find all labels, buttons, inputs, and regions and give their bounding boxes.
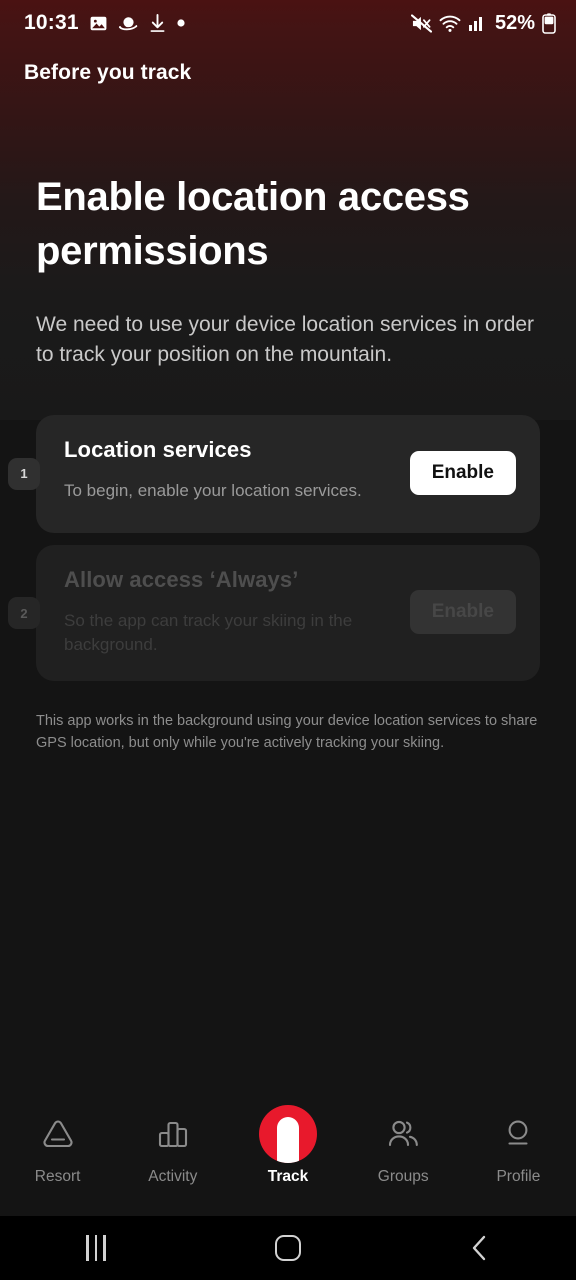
- permission-step-location-services[interactable]: 1 Location services To begin, enable you…: [8, 414, 540, 533]
- page-title: Enable location access permissions: [36, 175, 470, 273]
- status-bar-clock: 10:31: [24, 11, 79, 34]
- cellular-signal-icon: [468, 17, 482, 31]
- tab-label: Activity: [148, 1168, 198, 1185]
- image-icon: [90, 16, 107, 30]
- recents-button[interactable]: [0, 1235, 192, 1261]
- tab-track[interactable]: Track: [230, 1105, 345, 1186]
- track-icon: [259, 1105, 317, 1163]
- tab-label: Resort: [34, 1168, 81, 1185]
- back-button[interactable]: [384, 1233, 576, 1263]
- step-description: To begin, enable your location services.: [64, 480, 362, 500]
- enable-location-services-button[interactable]: Enable: [409, 450, 516, 495]
- back-chevron-icon: [472, 1235, 486, 1261]
- app-bar: Before you track: [0, 46, 576, 100]
- battery-icon: [542, 12, 556, 34]
- mountain-icon: [36, 1110, 80, 1158]
- phone-screen: 10:31 52% Before you track Enable locati…: [0, 0, 576, 1280]
- system-navigation-bar: [0, 1216, 576, 1280]
- status-bar-right: 52%: [410, 11, 556, 35]
- home-button[interactable]: [192, 1235, 384, 1261]
- tab-groups[interactable]: Groups: [346, 1110, 461, 1186]
- download-icon: [150, 13, 165, 32]
- track-icon-circle: [259, 1105, 317, 1163]
- saturn-icon: [118, 16, 137, 30]
- background-usage-disclaimer: This app works in the background using y…: [36, 713, 538, 751]
- track-icon-pill: [277, 1117, 299, 1163]
- tab-activity[interactable]: Activity: [115, 1110, 230, 1186]
- people-icon: [380, 1110, 426, 1158]
- app-bar-title: Before you track: [24, 61, 192, 84]
- bottom-tab-bar: Resort Activity Track Groups Profile: [0, 1098, 576, 1216]
- step-text-block: Allow access ‘Always’ So the app can tra…: [64, 567, 400, 657]
- step-text-block: Location services To begin, enable your …: [64, 437, 400, 503]
- permission-steps-list: 1 Location services To begin, enable you…: [8, 414, 540, 682]
- step-number-badge: 1: [8, 457, 40, 490]
- bar-chart-icon: [152, 1110, 194, 1158]
- recents-icon: [86, 1235, 106, 1261]
- enable-always-access-button: Enable: [409, 590, 516, 634]
- wifi-icon: [439, 15, 461, 32]
- step-description: So the app can track your skiing in the …: [64, 610, 353, 654]
- status-bar-left: 10:31: [24, 11, 186, 35]
- status-bar: 10:31 52%: [0, 0, 576, 46]
- permission-step-allow-always: 2 Allow access ‘Always’ So the app can t…: [8, 544, 540, 682]
- main-content: Enable location access permissions We ne…: [0, 170, 576, 755]
- tab-profile[interactable]: Profile: [461, 1110, 576, 1186]
- tab-resort[interactable]: Resort: [0, 1110, 115, 1186]
- mute-icon: [410, 13, 432, 33]
- step-number-badge: 2: [8, 597, 40, 629]
- step-title: Location services: [64, 436, 252, 462]
- step-title: Allow access ‘Always’: [64, 566, 299, 592]
- home-icon: [275, 1235, 301, 1261]
- tab-label: Track: [267, 1168, 309, 1185]
- battery-percent-label: 52%: [494, 11, 535, 34]
- page-subtitle: We need to use your device location serv…: [36, 313, 535, 367]
- dot-icon: [177, 19, 185, 27]
- person-icon: [497, 1110, 539, 1158]
- tab-label: Profile: [496, 1168, 541, 1185]
- tab-label: Groups: [377, 1168, 429, 1185]
